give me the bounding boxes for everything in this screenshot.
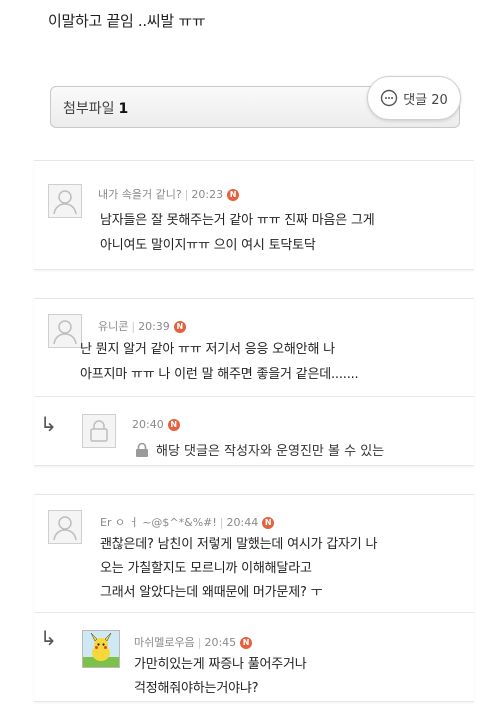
comment-line: 남자들은 잘 못해주는거 같아 ㅠㅠ 진짜 마음은 그게	[100, 213, 375, 228]
comment-line: 그래서 알았다는데 왜때문에 머가문제? ㅜ	[100, 585, 323, 600]
new-badge: N	[240, 637, 253, 649]
comment-meta: Er ㅇ ㅓ ~@$^*&%#! | 20:44 N	[100, 514, 275, 530]
attachment-label-text: 첨부파일	[63, 101, 115, 117]
post-last-line: 이말하고 끝임 ..씨발 ㅠㅠ	[48, 12, 206, 30]
locked-comment: 해당 댓글은 작성자와 운영진만 볼 수 있는	[134, 440, 384, 459]
comment-line: 아니여도 말이지ㅠㅠ 으이 여시 토닥토닥	[100, 238, 316, 253]
comment-line: 괜찮은데? 남친이 저렇게 말했는데 여시가 갑자기 나	[100, 537, 378, 552]
user-silhouette-icon	[53, 190, 77, 215]
pikachu-avatar[interactable]	[82, 630, 120, 668]
comment-author[interactable]: Er ㅇ ㅓ ~@$^*&%#!	[100, 516, 217, 529]
comment-meta: 내가 속을거 같니? | 20:23 N	[98, 186, 240, 202]
lock-icon	[90, 420, 108, 442]
avatar[interactable]	[82, 414, 116, 448]
new-badge: N	[167, 419, 180, 431]
reply-arrow-icon: ↳	[40, 412, 57, 436]
comment-meta: 마쉬멜로우음 | 20:45 N	[134, 634, 253, 650]
user-silhouette-icon	[53, 320, 77, 345]
comment-time: 20:44	[226, 516, 259, 529]
new-badge: N	[262, 517, 275, 529]
comment-meta: 20:40 N	[132, 418, 180, 431]
comment-time: 20:45	[204, 636, 237, 649]
comment-author[interactable]: 유니콘	[98, 320, 128, 333]
avatar[interactable]	[48, 510, 82, 544]
avatar[interactable]	[48, 184, 82, 218]
comment-meta: 유니콘 | 20:39 N	[98, 318, 186, 334]
attachment-label: 첨부파일 1	[63, 98, 128, 118]
comments-count-label: 댓글 20	[403, 92, 448, 108]
reply-arrow-icon: ↳	[40, 626, 57, 650]
reply-divider	[34, 396, 474, 397]
locked-comment-text: 해당 댓글은 작성자와 운영진만 볼 수 있는	[156, 444, 385, 459]
comment-line: 오는 가칠할지도 모르니까 이해해달라고	[100, 561, 312, 576]
comment-line: 걱정해줘야하는거야냐?	[134, 681, 259, 696]
pikachu-avatar-image	[83, 631, 119, 667]
new-badge: N	[173, 321, 186, 333]
reply-divider	[34, 612, 474, 613]
new-badge: N	[227, 189, 240, 201]
avatar[interactable]	[48, 314, 82, 348]
user-silhouette-icon	[53, 516, 77, 541]
lock-icon	[136, 442, 148, 457]
comment-time: 20:23	[191, 188, 224, 201]
attachment-count: 1	[118, 101, 129, 117]
comments-button[interactable]: 댓글 20	[367, 76, 461, 120]
speech-bubble-icon	[380, 89, 398, 107]
comment-line: 아프지마 ㅠㅠ 나 이런 말 해주면 좋을거 같은데.......	[80, 367, 359, 382]
comment-time: 20:40	[132, 418, 164, 431]
comment-body: 가만히있는게 짜증나 풀어주거나 걱정해줘야하는거야냐?	[134, 653, 307, 701]
comment-line: 가만히있는게 짜증나 풀어주거나	[134, 657, 307, 672]
comment-body: 난 뭔지 알거 같아 ㅠㅠ 저기서 응응 오해안해 나 아프지마 ㅠㅠ 나 이런…	[80, 337, 359, 387]
comment-author[interactable]: 내가 속을거 같니?	[98, 188, 182, 201]
comment-body: 남자들은 잘 못해주는거 같아 ㅠㅠ 진짜 마음은 그게 아니여도 말이지ㅠㅠ …	[100, 208, 375, 258]
comment-author[interactable]: 마쉬멜로우음	[134, 636, 195, 649]
comment-body: 괜찮은데? 남친이 저렇게 말했는데 여시가 갑자기 나 오는 가칠할지도 모르…	[100, 533, 377, 605]
comment-time: 20:39	[138, 320, 170, 333]
comment-line: 난 뭔지 알거 같아 ㅠㅠ 저기서 응응 오해안해 나	[80, 342, 335, 357]
